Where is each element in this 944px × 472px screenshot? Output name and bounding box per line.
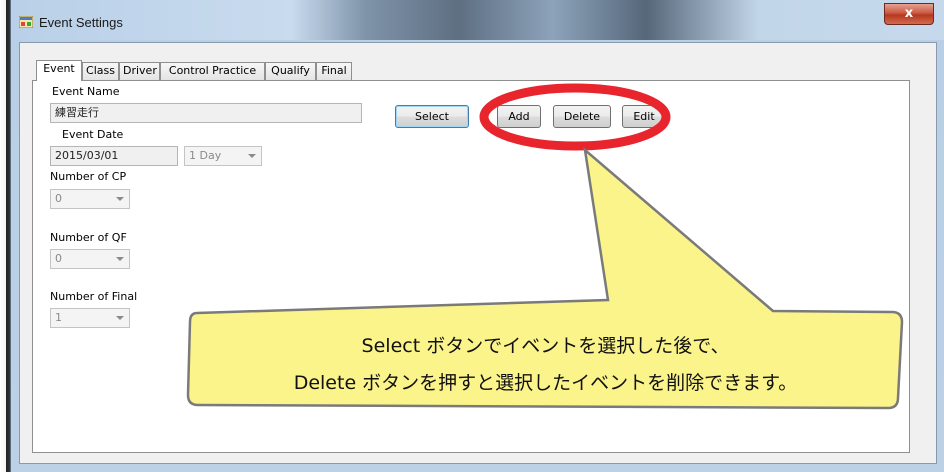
annotation-overlay bbox=[186, 83, 904, 410]
callout-line-2: Delete ボタンを押すと選択したイベントを削除できます。 bbox=[293, 372, 798, 394]
callout-line-1: Select ボタンでイベントを選択した後で、 bbox=[361, 335, 730, 357]
highlight-ellipse bbox=[479, 83, 671, 151]
tab-event[interactable]: Event bbox=[36, 60, 82, 81]
